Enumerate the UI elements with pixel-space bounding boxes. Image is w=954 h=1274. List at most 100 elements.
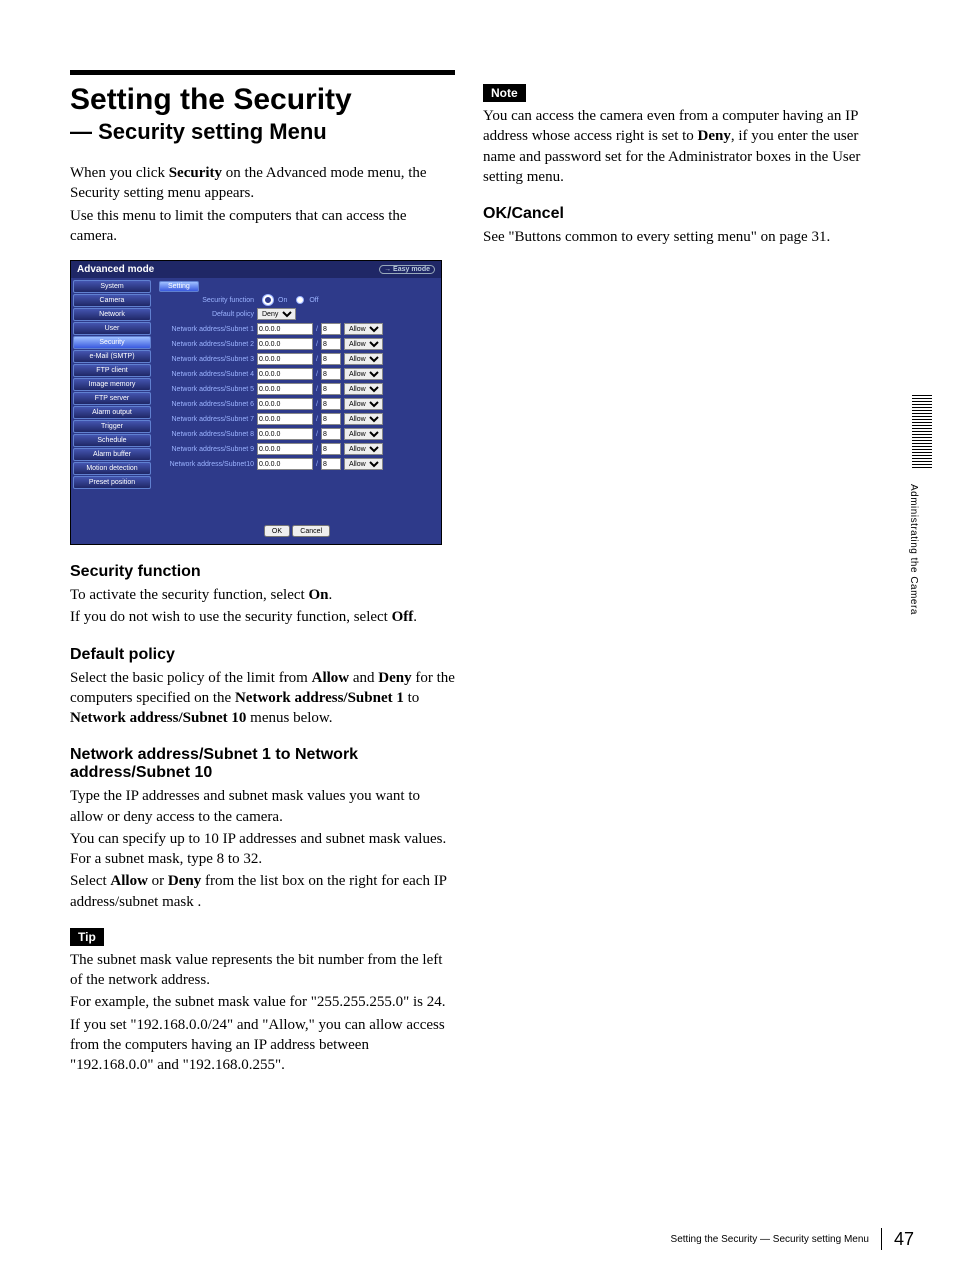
subnet-ip-input[interactable] [257, 383, 313, 395]
tip-p1: The subnet mask value represents the bit… [70, 950, 455, 991]
easy-mode-button[interactable]: → Easy mode [379, 265, 435, 274]
sidebar-item-camera[interactable]: Camera [73, 294, 151, 307]
subnet-access-select[interactable]: Allow [344, 428, 383, 440]
subnet-ip-input[interactable] [257, 323, 313, 335]
h-ok-cancel: OK/Cancel [483, 205, 868, 223]
subnet-access-select[interactable]: Allow [344, 338, 383, 350]
subnet-access-select[interactable]: Allow [344, 458, 383, 470]
subnet-mask-input[interactable] [321, 338, 341, 350]
na-p2: You can specify up to 10 IP addresses an… [70, 829, 455, 870]
subnet-ip-input[interactable] [257, 368, 313, 380]
subnet-access-select[interactable]: Allow [344, 413, 383, 425]
subnet-row: Network address/Subnet 1/Allow [159, 323, 435, 335]
mode-title: Advanced mode [77, 264, 154, 275]
sidebar-item-user[interactable]: User [73, 322, 151, 335]
sidebar-item-system[interactable]: System [73, 280, 151, 293]
intro-p2: Use this menu to limit the computers tha… [70, 206, 455, 247]
subnet-mask-input[interactable] [321, 353, 341, 365]
radio-on[interactable] [263, 295, 273, 305]
subnet-row: Network address/Subnet 7/Allow [159, 413, 435, 425]
tip-p2: For example, the subnet mask value for "… [70, 992, 455, 1012]
note-badge: Note [483, 84, 526, 102]
subnet-label: Network address/Subnet 2 [159, 341, 254, 348]
h-default-policy: Default policy [70, 646, 455, 664]
sidebar-item-alarm-output[interactable]: Alarm output [73, 406, 151, 419]
sidebar-item-ftp-client[interactable]: FTP client [73, 364, 151, 377]
cancel-button[interactable]: Cancel [292, 525, 330, 537]
subnet-label: Network address/Subnet 6 [159, 401, 254, 408]
subnet-access-select[interactable]: Allow [344, 323, 383, 335]
subnet-ip-input[interactable] [257, 353, 313, 365]
subnet-ip-input[interactable] [257, 458, 313, 470]
subnet-row: Network address/Subnet 5/Allow [159, 383, 435, 395]
subnet-ip-input[interactable] [257, 338, 313, 350]
subnet-access-select[interactable]: Allow [344, 443, 383, 455]
page-title: Setting the Security [70, 83, 455, 117]
barcode-icon [912, 395, 932, 470]
sidebar-item-schedule[interactable]: Schedule [73, 434, 151, 447]
subnet-mask-input[interactable] [321, 398, 341, 410]
dp-p1: Select the basic policy of the limit fro… [70, 668, 455, 729]
subnet-ip-input[interactable] [257, 443, 313, 455]
subnet-mask-input[interactable] [321, 443, 341, 455]
chapter-label: Administrating the Camera [908, 484, 919, 654]
h-security-function: Security function [70, 563, 455, 581]
default-policy-select[interactable]: Deny [257, 308, 296, 320]
subnet-row: Network address/Subnet 8/Allow [159, 428, 435, 440]
subnet-row: Network address/Subnet 3/Allow [159, 353, 435, 365]
subnet-ip-input[interactable] [257, 428, 313, 440]
subnet-label: Network address/Subnet 4 [159, 371, 254, 378]
subnet-row: Network address/Subnet 6/Allow [159, 398, 435, 410]
subnet-access-select[interactable]: Allow [344, 398, 383, 410]
tab-setting[interactable]: Setting [159, 281, 199, 292]
subnet-ip-input[interactable] [257, 413, 313, 425]
subnet-row: Network address/Subnet 4/Allow [159, 368, 435, 380]
footer-title: Setting the Security — Security setting … [671, 1234, 869, 1245]
page-number: 47 [894, 1229, 914, 1250]
subnet-access-select[interactable]: Allow [344, 368, 383, 380]
sidebar-item-motion-detection[interactable]: Motion detection [73, 462, 151, 475]
subnet-label: Network address/Subnet 9 [159, 446, 254, 453]
sidebar-item-preset-position[interactable]: Preset position [73, 476, 151, 489]
tip-p3: If you set "192.168.0.0/24" and "Allow,"… [70, 1015, 455, 1076]
subnet-ip-input[interactable] [257, 398, 313, 410]
ok-button[interactable]: OK [264, 525, 290, 537]
subnet-label: Network address/Subnet 5 [159, 386, 254, 393]
sidebar-item-trigger[interactable]: Trigger [73, 420, 151, 433]
security-settings-screenshot: Advanced mode → Easy mode SystemCameraNe… [70, 260, 442, 545]
subnet-mask-input[interactable] [321, 428, 341, 440]
sf-p1: To activate the security function, selec… [70, 585, 455, 605]
subnet-row: Network address/Subnet10/Allow [159, 458, 435, 470]
subnet-label: Network address/Subnet 3 [159, 356, 254, 363]
sidebar-item-e-mail-smtp-[interactable]: e-Mail (SMTP) [73, 350, 151, 363]
subnet-mask-input[interactable] [321, 458, 341, 470]
subnet-access-select[interactable]: Allow [344, 383, 383, 395]
note-p1: You can access the camera even from a co… [483, 106, 868, 187]
subnet-row: Network address/Subnet 9/Allow [159, 443, 435, 455]
subnet-mask-input[interactable] [321, 413, 341, 425]
subnet-label: Network address/Subnet 8 [159, 431, 254, 438]
subnet-mask-input[interactable] [321, 383, 341, 395]
sidebar-item-network[interactable]: Network [73, 308, 151, 321]
na-p3: Select Allow or Deny from the list box o… [70, 871, 455, 912]
default-policy-label: Default policy [159, 311, 254, 318]
sidebar-item-security[interactable]: Security [73, 336, 151, 349]
subnet-row: Network address/Subnet 2/Allow [159, 338, 435, 350]
subnet-mask-input[interactable] [321, 368, 341, 380]
page-subtitle: — Security setting Menu [70, 119, 455, 145]
sidebar-item-image-memory[interactable]: Image memory [73, 378, 151, 391]
section-rule [70, 70, 455, 75]
na-p1: Type the IP addresses and subnet mask va… [70, 786, 455, 827]
sidebar-item-ftp-server[interactable]: FTP server [73, 392, 151, 405]
sidebar-item-alarm-buffer[interactable]: Alarm buffer [73, 448, 151, 461]
subnet-access-select[interactable]: Allow [344, 353, 383, 365]
radio-off[interactable] [296, 296, 304, 304]
subnet-mask-input[interactable] [321, 323, 341, 335]
sf-p2: If you do not wish to use the security f… [70, 607, 455, 627]
intro-p1: When you click Security on the Advanced … [70, 163, 455, 204]
footer-separator [881, 1228, 882, 1250]
h-network-address: Network address/Subnet 1 to Network addr… [70, 746, 455, 782]
tip-badge: Tip [70, 928, 104, 946]
subnet-label: Network address/Subnet 1 [159, 326, 254, 333]
subnet-label: Network address/Subnet10 [159, 461, 254, 468]
